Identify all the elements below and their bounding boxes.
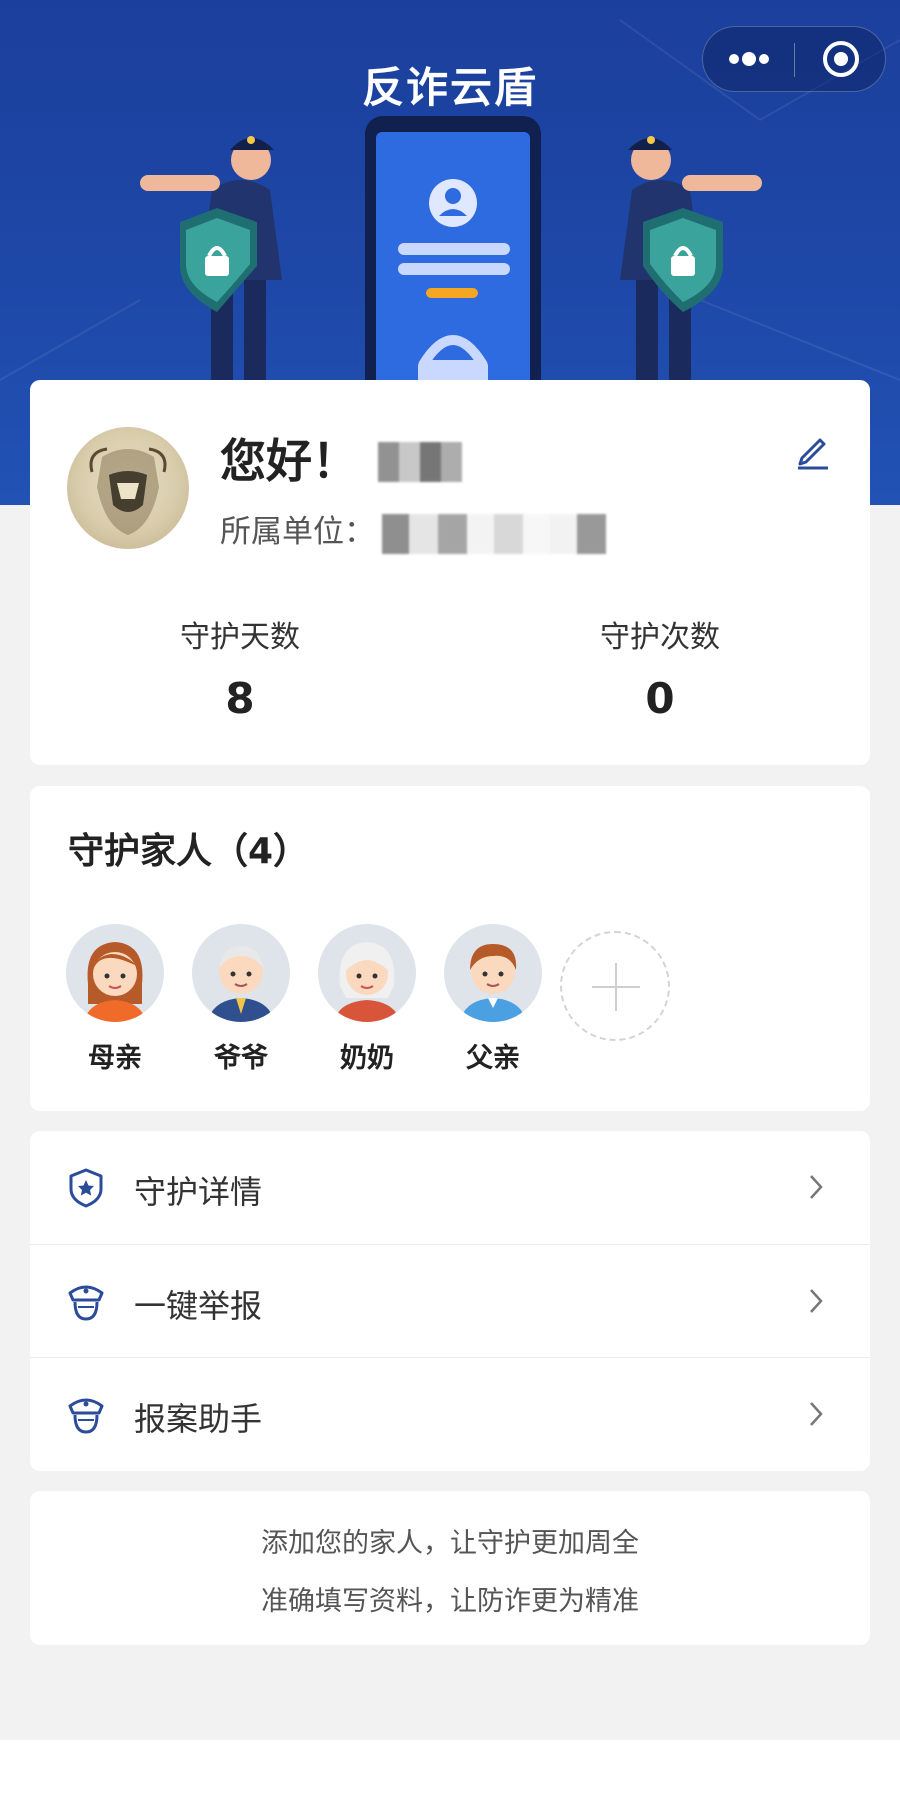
bottom-safe-area	[0, 1740, 900, 1801]
father-avatar	[444, 924, 542, 1022]
stat-label: 守护天数	[180, 620, 300, 655]
unit-label: 所属单位：	[220, 514, 375, 550]
profile-card: 您好！ 所属单位： 守护天数 8 守护次数 0	[30, 380, 870, 765]
family-member[interactable]: 奶奶	[312, 924, 422, 1075]
add-member-button[interactable]	[560, 931, 670, 1041]
mother-avatar	[66, 924, 164, 1022]
close-target-icon[interactable]	[795, 27, 887, 91]
tip-line: 准确填写资料，让防诈更为精准	[261, 1586, 639, 1617]
member-name: 奶奶	[340, 1043, 394, 1074]
tips-card: 添加您的家人，让守护更加周全 准确填写资料，让防诈更为精准	[30, 1491, 870, 1645]
unit-redacted	[382, 514, 606, 554]
stat-value: 0	[645, 674, 675, 723]
menu-item-label: 守护详情	[134, 1173, 263, 1211]
family-member[interactable]: 爷爷	[186, 924, 296, 1075]
tip-line: 添加您的家人，让守护更加周全	[261, 1528, 639, 1559]
greeting-text: 您好！	[220, 434, 358, 488]
edit-pencil-icon[interactable]	[792, 430, 832, 470]
grandmother-avatar	[318, 924, 416, 1022]
family-title: 守护家人（4）	[68, 831, 310, 872]
member-name: 爷爷	[214, 1043, 268, 1074]
menu-item-label: 报案助手	[134, 1400, 263, 1438]
member-name: 母亲	[88, 1043, 142, 1074]
stat-value: 8	[225, 674, 255, 723]
menu-item-label: 一键举报	[134, 1287, 263, 1325]
stat-guard-times: 守护次数 0	[450, 612, 870, 723]
police-officer-icon	[66, 1394, 106, 1436]
member-name: 父亲	[466, 1043, 520, 1074]
family-member[interactable]: 父亲	[438, 924, 548, 1075]
family-member[interactable]: 母亲	[60, 924, 170, 1075]
menu-item-case-assistant[interactable]: 报案助手	[30, 1357, 870, 1471]
menu-item-report[interactable]: 一键举报	[30, 1244, 870, 1358]
shield-star-icon	[66, 1167, 106, 1209]
family-card: 守护家人（4） 母亲 爷爷 奶奶 父亲	[30, 786, 870, 1111]
miniprogram-capsule	[702, 26, 886, 92]
stat-guard-days: 守护天数 8	[30, 612, 450, 723]
menu-list: 守护详情 一键举报 报案助手	[30, 1131, 870, 1471]
username-redacted	[378, 442, 462, 482]
chevron-right-icon	[808, 1287, 824, 1315]
chevron-right-icon	[808, 1400, 824, 1428]
more-menu-icon[interactable]	[703, 27, 794, 91]
stat-label: 守护次数	[600, 620, 720, 655]
chevron-right-icon	[808, 1173, 824, 1201]
police-officer-icon	[66, 1281, 106, 1323]
menu-item-guard-details[interactable]: 守护详情	[30, 1131, 870, 1244]
grandfather-avatar	[192, 924, 290, 1022]
user-avatar[interactable]	[67, 427, 189, 549]
